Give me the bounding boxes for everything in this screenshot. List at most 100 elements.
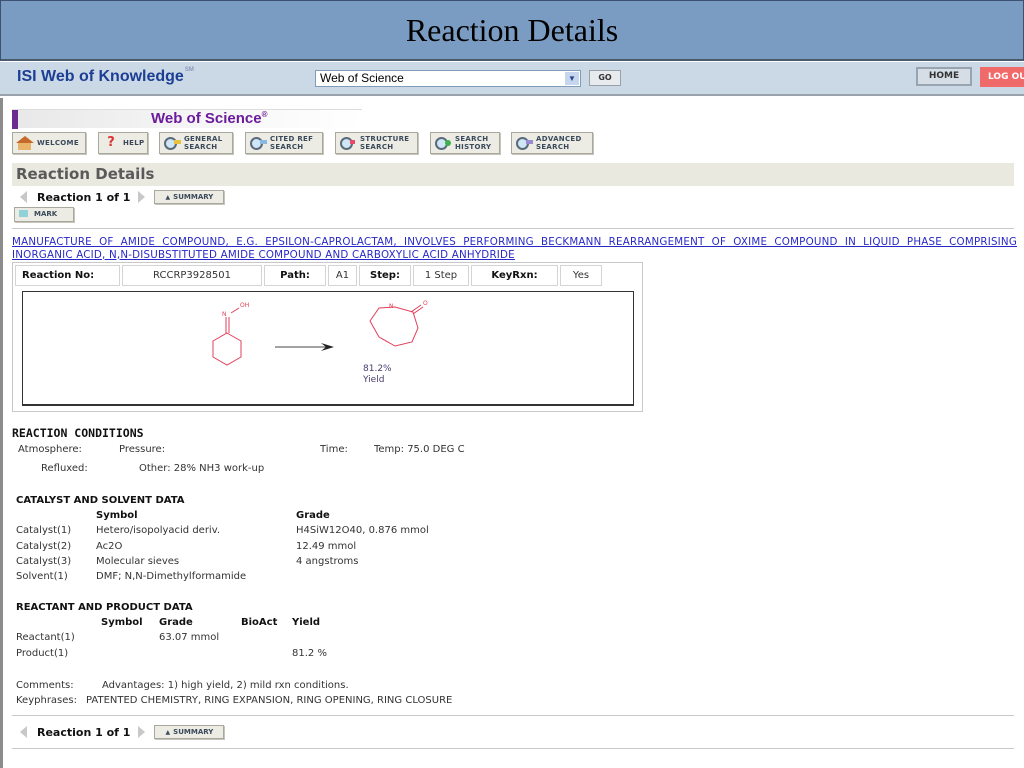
rp-yield-header: Yield [292, 617, 321, 628]
banner-accent [12, 110, 18, 129]
search-history-button[interactable]: SEARCH HISTORY [430, 132, 500, 154]
step-value: 1 Step [413, 265, 469, 286]
mark-button[interactable]: MARK [14, 207, 74, 222]
reactant-product-section-title: REACTANT AND PRODUCT DATA [16, 602, 193, 613]
next-arrow-icon[interactable] [138, 191, 146, 203]
solvent-symbol: DMF; N,N-Dimethylformamide [96, 571, 247, 582]
label-line: STRUCTURE [360, 135, 410, 143]
label-line: HISTORY [455, 143, 492, 151]
pager-bottom: Reaction 1 of 1 ▲ SUMMARY [20, 724, 225, 740]
previous-arrow-icon[interactable] [20, 191, 27, 203]
pager-top: Reaction 1 of 1 ▲ SUMMARY [20, 189, 225, 205]
label-line: SEARCH [184, 143, 218, 151]
reactant-bond [230, 307, 240, 314]
advanced-search-icon [515, 136, 533, 150]
reactant-ring [212, 332, 242, 366]
reactant-structure [212, 307, 242, 366]
rp-bioact-header: BioAct [241, 617, 278, 628]
yield-label: Yield [363, 375, 385, 385]
product-yield: 81.2 % [292, 648, 327, 659]
summary-label: SUMMARY [173, 728, 214, 736]
label-line: SEARCH [536, 143, 570, 151]
logout-button[interactable]: LOG OUT [980, 67, 1024, 87]
catalyst-grade: 4 angstroms [296, 556, 359, 567]
step-label: Step: [359, 265, 411, 286]
caret-up-icon: ▲ [165, 194, 171, 201]
help-button[interactable]: ? HELP [98, 132, 148, 154]
label-line: CITED REF [270, 135, 314, 143]
structure-search-button[interactable]: STRUCTURE SEARCH [335, 132, 418, 154]
summary-button[interactable]: ▲ SUMMARY [154, 190, 225, 204]
service-mark: SM [184, 67, 194, 73]
cited-ref-search-button[interactable]: CITED REF SEARCH [245, 132, 323, 154]
keyphrases-label: Keyphrases: [16, 695, 77, 706]
product-n-label: N [389, 303, 394, 310]
reactant-role: Reactant(1) [16, 632, 75, 643]
catalyst-role: Catalyst(1) [16, 525, 72, 536]
reaction-no-label: Reaction No: [15, 265, 120, 286]
other-value: Other: 28% NH3 work-up [139, 463, 265, 474]
product-role: Product(1) [16, 648, 69, 659]
wos-banner: Web of Science® [12, 109, 362, 129]
comments-label: Comments: [16, 680, 74, 691]
reaction-info-row: Reaction No: RCCRP3928501 Path: A1 Step:… [15, 265, 604, 286]
slide-title-bar: Reaction Details [0, 0, 1024, 61]
next-arrow-icon[interactable] [138, 726, 146, 738]
welcome-button[interactable]: WELCOME [12, 132, 86, 154]
reaction-no-value: RCCRP3928501 [122, 265, 262, 286]
catalyst-grade-header: Grade [296, 510, 330, 521]
wos-logo-text: Web of Science [151, 110, 262, 127]
go-button[interactable]: GO [589, 70, 621, 86]
reaction-panel: Reaction No: RCCRP3928501 Path: A1 Step:… [12, 262, 643, 412]
previous-arrow-icon[interactable] [20, 726, 27, 738]
wos-logo: Web of Science® [151, 110, 268, 127]
advanced-search-label: ADVANCED SEARCH [536, 135, 582, 151]
advanced-search-button[interactable]: ADVANCED SEARCH [511, 132, 593, 154]
label-line: ADVANCED [536, 135, 582, 143]
isi-logo-text: ISI Web of Knowledge [17, 68, 184, 85]
search-icon [249, 136, 267, 150]
divider [12, 748, 1014, 749]
refluxed-label: Refluxed: [41, 463, 88, 474]
record-title-link[interactable]: MANUFACTURE OF AMIDE COMPOUND, E.G. EPSI… [12, 236, 1017, 261]
yield-annotation: 81.2% Yield [363, 364, 392, 386]
pager-text: Reaction 1 of 1 [37, 725, 131, 739]
reaction-arrow [275, 343, 334, 351]
product-bond [410, 304, 422, 313]
catalyst-grade: 12.49 mmol [296, 541, 357, 552]
solvent-role: Solvent(1) [16, 571, 68, 582]
label-line: SEARCH [360, 143, 394, 151]
catalyst-role: Catalyst(2) [16, 541, 72, 552]
database-select[interactable]: Web of Science ▼ [315, 70, 581, 87]
help-label: HELP [123, 139, 145, 147]
search-icon [163, 136, 181, 150]
product-structure [369, 304, 424, 347]
catalyst-symbol-header: Symbol [96, 510, 138, 521]
structure-search-label: STRUCTURE SEARCH [360, 135, 409, 151]
catalyst-symbol: Hetero/isopolyacid deriv. [96, 525, 221, 536]
search-history-label: SEARCH HISTORY [455, 135, 491, 151]
isi-header: ISI Web of KnowledgeSM Web of Science ▼ … [0, 62, 1024, 96]
temp-value: Temp: 75.0 DEG C [374, 444, 465, 455]
keyphrases-text: PATENTED CHEMISTRY, RING EXPANSION, RING… [86, 695, 453, 706]
catalyst-symbol: Molecular sieves [96, 556, 180, 567]
label-line: SEARCH [455, 135, 489, 143]
time-label: Time: [320, 444, 348, 455]
isi-logo[interactable]: ISI Web of KnowledgeSM [17, 67, 194, 86]
help-icon: ? [107, 135, 115, 150]
registered-mark: ® [261, 110, 268, 119]
divider [12, 228, 1014, 229]
product-bond [412, 306, 424, 315]
reactant-oh-label: OH [240, 302, 249, 309]
catalyst-role: Catalyst(3) [16, 556, 72, 567]
home-button[interactable]: HOME [916, 67, 972, 86]
mark-label: MARK [34, 210, 58, 218]
chevron-down-icon[interactable]: ▼ [565, 72, 579, 85]
reactant-n-label: N [222, 311, 227, 318]
summary-button[interactable]: ▲ SUMMARY [154, 725, 225, 739]
yield-value: 81.2% [363, 364, 392, 374]
cited-ref-search-label: CITED REF SEARCH [270, 135, 313, 151]
product-o-label: O [423, 300, 428, 307]
general-search-button[interactable]: GENERAL SEARCH [159, 132, 233, 154]
reactant-grade: 63.07 mmol [159, 632, 220, 643]
